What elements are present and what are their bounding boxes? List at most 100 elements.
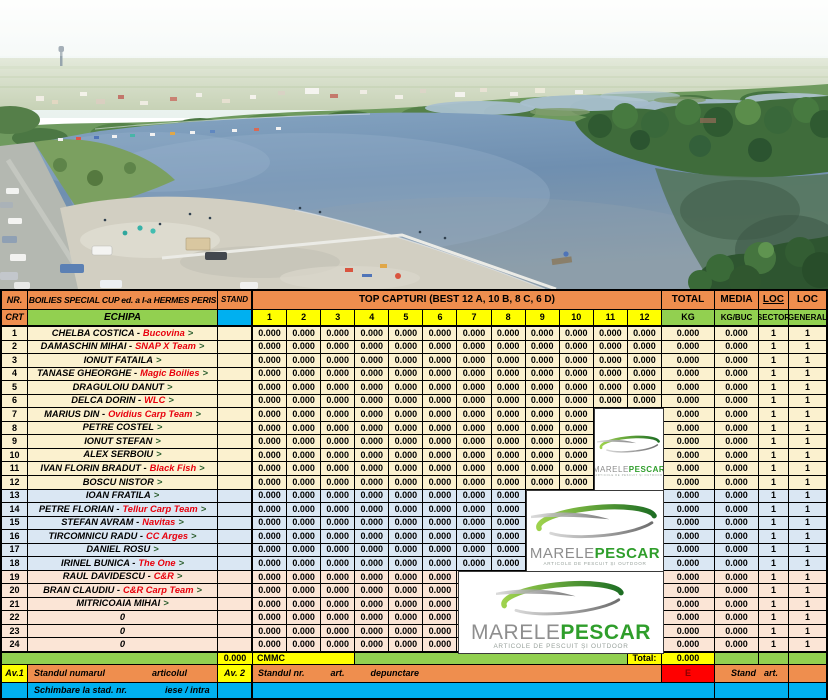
row-3-number[interactable]: 3 bbox=[2, 354, 28, 368]
footer-av1-label[interactable]: Av.1 bbox=[2, 665, 28, 683]
row-24-capture-2[interactable]: 0.000 bbox=[287, 638, 321, 652]
row-18-stand[interactable] bbox=[218, 557, 253, 571]
row-2-capture-11[interactable]: 0.000 bbox=[594, 341, 628, 355]
row-8-capture-5[interactable]: 0.000 bbox=[389, 422, 423, 436]
col-header-sector[interactable]: SECTOR bbox=[759, 310, 789, 327]
row-7-capture-6[interactable]: 0.000 bbox=[423, 408, 457, 422]
row-13-total-kg[interactable]: 0.000 bbox=[662, 490, 715, 504]
row-15-capture-5[interactable]: 0.000 bbox=[389, 517, 423, 531]
row-16-loc-general[interactable]: 1 bbox=[789, 530, 826, 544]
row-1-capture-1[interactable]: 0.000 bbox=[253, 327, 287, 341]
row-10-loc-sector[interactable]: 1 bbox=[759, 449, 789, 463]
footer-av1-text[interactable]: Standul numarul articolul bbox=[28, 665, 218, 683]
row-13-capture-4[interactable]: 0.000 bbox=[355, 490, 389, 504]
capture-col-header-7[interactable]: 7 bbox=[457, 310, 491, 327]
row-1-capture-9[interactable]: 0.000 bbox=[526, 327, 560, 341]
row-20-capture-5[interactable]: 0.000 bbox=[389, 584, 423, 598]
row-22-team-name[interactable]: 0 bbox=[28, 611, 218, 625]
row-8-capture-10[interactable]: 0.000 bbox=[560, 422, 594, 436]
row-6-capture-3[interactable]: 0.000 bbox=[321, 395, 355, 409]
capture-col-header-8[interactable]: 8 bbox=[492, 310, 526, 327]
row-16-capture-3[interactable]: 0.000 bbox=[321, 530, 355, 544]
row-19-loc-sector[interactable]: 1 bbox=[759, 571, 789, 585]
row-13-stand[interactable] bbox=[218, 490, 253, 504]
footer-blue-mid[interactable] bbox=[253, 683, 715, 698]
row-15-media[interactable]: 0.000 bbox=[715, 517, 759, 531]
row-3-loc-sector[interactable]: 1 bbox=[759, 354, 789, 368]
row-16-stand[interactable] bbox=[218, 530, 253, 544]
capture-col-header-11[interactable]: 11 bbox=[594, 310, 628, 327]
row-19-number[interactable]: 19 bbox=[2, 571, 28, 585]
row-17-capture-2[interactable]: 0.000 bbox=[287, 544, 321, 558]
row-4-team-name[interactable]: TANASE GHEORGHE -Magic Boilies> bbox=[28, 368, 218, 382]
footer-blue-right[interactable] bbox=[715, 683, 789, 698]
row-9-media[interactable]: 0.000 bbox=[715, 435, 759, 449]
row-14-capture-7[interactable]: 0.000 bbox=[457, 503, 491, 517]
row-20-capture-6[interactable]: 0.000 bbox=[423, 584, 457, 598]
row-8-capture-6[interactable]: 0.000 bbox=[423, 422, 457, 436]
row-19-capture-3[interactable]: 0.000 bbox=[321, 571, 355, 585]
row-4-total-kg[interactable]: 0.000 bbox=[662, 368, 715, 382]
row-11-capture-3[interactable]: 0.000 bbox=[321, 462, 355, 476]
row-15-capture-2[interactable]: 0.000 bbox=[287, 517, 321, 531]
row-11-total-kg[interactable]: 0.000 bbox=[662, 462, 715, 476]
row-11-stand[interactable] bbox=[218, 462, 253, 476]
row-4-capture-11[interactable]: 0.000 bbox=[594, 368, 628, 382]
row-18-capture-5[interactable]: 0.000 bbox=[389, 557, 423, 571]
row-20-loc-general[interactable]: 1 bbox=[789, 584, 826, 598]
row-23-team-name[interactable]: 0 bbox=[28, 625, 218, 639]
row-8-capture-7[interactable]: 0.000 bbox=[457, 422, 491, 436]
row-24-capture-4[interactable]: 0.000 bbox=[355, 638, 389, 652]
row-21-loc-sector[interactable]: 1 bbox=[759, 598, 789, 612]
col-header-general[interactable]: GENERAL bbox=[789, 310, 826, 327]
row-5-capture-8[interactable]: 0.000 bbox=[492, 381, 526, 395]
row-24-loc-sector[interactable]: 1 bbox=[759, 638, 789, 652]
row-19-total-kg[interactable]: 0.000 bbox=[662, 571, 715, 585]
row-2-loc-general[interactable]: 1 bbox=[789, 341, 826, 355]
row-1-capture-7[interactable]: 0.000 bbox=[457, 327, 491, 341]
row-16-capture-1[interactable]: 0.000 bbox=[253, 530, 287, 544]
row-5-capture-5[interactable]: 0.000 bbox=[389, 381, 423, 395]
row-10-capture-4[interactable]: 0.000 bbox=[355, 449, 389, 463]
row-16-media[interactable]: 0.000 bbox=[715, 530, 759, 544]
row-16-capture-5[interactable]: 0.000 bbox=[389, 530, 423, 544]
row-12-capture-5[interactable]: 0.000 bbox=[389, 476, 423, 490]
footer-schimbare-text[interactable]: Schimbare la stad. nr. iese / intra bbox=[28, 683, 218, 698]
row-13-number[interactable]: 13 bbox=[2, 490, 28, 504]
row-14-media[interactable]: 0.000 bbox=[715, 503, 759, 517]
row-12-number[interactable]: 12 bbox=[2, 476, 28, 490]
col-header-crt[interactable]: CRT bbox=[2, 310, 28, 327]
row-2-capture-3[interactable]: 0.000 bbox=[321, 341, 355, 355]
row-13-capture-2[interactable]: 0.000 bbox=[287, 490, 321, 504]
row-6-stand[interactable] bbox=[218, 395, 253, 409]
row-24-capture-1[interactable]: 0.000 bbox=[253, 638, 287, 652]
row-1-capture-6[interactable]: 0.000 bbox=[423, 327, 457, 341]
row-17-capture-3[interactable]: 0.000 bbox=[321, 544, 355, 558]
row-4-media[interactable]: 0.000 bbox=[715, 368, 759, 382]
row-7-loc-sector[interactable]: 1 bbox=[759, 408, 789, 422]
row-7-loc-general[interactable]: 1 bbox=[789, 408, 826, 422]
row-10-capture-6[interactable]: 0.000 bbox=[423, 449, 457, 463]
row-15-loc-sector[interactable]: 1 bbox=[759, 517, 789, 531]
row-2-total-kg[interactable]: 0.000 bbox=[662, 341, 715, 355]
row-21-capture-2[interactable]: 0.000 bbox=[287, 598, 321, 612]
row-5-capture-1[interactable]: 0.000 bbox=[253, 381, 287, 395]
row-12-team-name[interactable]: BOSCU NISTOR> bbox=[28, 476, 218, 490]
row-24-capture-5[interactable]: 0.000 bbox=[389, 638, 423, 652]
row-6-capture-4[interactable]: 0.000 bbox=[355, 395, 389, 409]
row-6-capture-1[interactable]: 0.000 bbox=[253, 395, 287, 409]
row-18-capture-3[interactable]: 0.000 bbox=[321, 557, 355, 571]
row-3-team-name[interactable]: IONUT FATAILA> bbox=[28, 354, 218, 368]
row-19-stand[interactable] bbox=[218, 571, 253, 585]
row-23-capture-3[interactable]: 0.000 bbox=[321, 625, 355, 639]
row-14-capture-1[interactable]: 0.000 bbox=[253, 503, 287, 517]
row-8-team-name[interactable]: PETRE COSTEL> bbox=[28, 422, 218, 436]
row-23-number[interactable]: 23 bbox=[2, 625, 28, 639]
row-2-stand[interactable] bbox=[218, 341, 253, 355]
row-8-stand[interactable] bbox=[218, 422, 253, 436]
row-13-loc-general[interactable]: 1 bbox=[789, 490, 826, 504]
row-17-loc-general[interactable]: 1 bbox=[789, 544, 826, 558]
row-20-media[interactable]: 0.000 bbox=[715, 584, 759, 598]
row-20-capture-3[interactable]: 0.000 bbox=[321, 584, 355, 598]
row-13-capture-3[interactable]: 0.000 bbox=[321, 490, 355, 504]
